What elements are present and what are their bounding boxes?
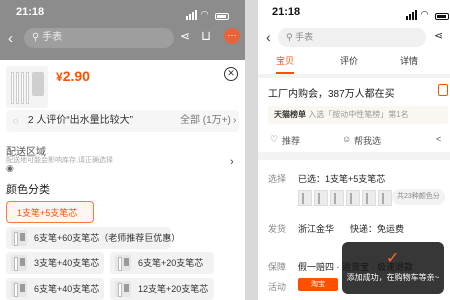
sku-option-selected[interactable]: 1支笔+5支笔芯 — [6, 201, 94, 223]
search-icon: ⚲ — [32, 32, 40, 43]
select-label: 选择 — [268, 174, 287, 184]
chevron-right-icon: › — [233, 115, 237, 126]
sku-thumbnail — [115, 255, 131, 271]
back-icon[interactable]: ‹ — [266, 29, 271, 45]
review-text: 2 人评价“出水量比较大” — [28, 115, 133, 126]
location-pin-icon[interactable]: ◉ — [6, 163, 14, 174]
variant-thumbnails[interactable] — [298, 190, 394, 208]
sku-thumbnail — [11, 230, 27, 246]
ranking-banner[interactable]: 天猫榜单 入选「按动中性笔榜」第1名 — [268, 106, 448, 124]
color-category-title: 颜色分类 — [6, 184, 50, 196]
thumbs-up-icon[interactable]: ♡ — [270, 134, 278, 145]
search-bar[interactable]: ⚲ 手表 — [278, 28, 426, 47]
tab-reviews[interactable]: 评价 — [340, 50, 358, 72]
sku-option[interactable]: 6支笔+40支笔芯 — [6, 278, 104, 300]
tab-item[interactable]: 宝贝 — [276, 50, 295, 74]
share-icon[interactable]: ⋖ — [180, 29, 190, 43]
sku-option[interactable]: 6支笔+20支笔芯 — [110, 252, 214, 274]
guarantee-label: 保障 — [268, 262, 287, 272]
product-price: ¥2.90 — [56, 68, 90, 86]
more-menu-icon[interactable]: ··· — [224, 28, 240, 44]
top-nav: ‹ ⚲ 手表 ⋖ ⊔ ··· — [0, 24, 245, 52]
share-icon[interactable]: ⋖ — [434, 29, 443, 42]
toast-message: 添加成功，在购物车等亲~ — [346, 273, 440, 282]
wifi-icon: ◠ — [421, 9, 428, 19]
cart-icon[interactable]: ⊔ — [201, 28, 211, 44]
search-bar[interactable]: ⚲ 手表 — [24, 28, 174, 48]
share-small-icon[interactable]: < — [436, 134, 441, 144]
signal-icon — [186, 8, 198, 20]
status-icons: ◠ — [186, 8, 230, 20]
ship-method: 快递：免运费 — [350, 224, 405, 234]
bookmark-icon[interactable] — [438, 84, 448, 96]
wifi-icon: ◠ — [201, 9, 208, 19]
help-choose-icon[interactable]: ☺ — [342, 134, 351, 144]
sku-option-label: 12支笔+20支笔芯 — [138, 284, 209, 294]
search-placeholder: 手表 — [42, 32, 63, 43]
status-time: 21:18 — [272, 6, 301, 18]
sku-option[interactable]: 12支笔+20支笔芯 — [110, 278, 214, 300]
comment-icon: ◌ — [13, 116, 19, 126]
sku-thumbnail — [11, 281, 27, 297]
product-title: 工厂内购会，387万人都在买 — [268, 89, 395, 100]
sku-thumbnail — [11, 255, 27, 271]
sku-sheet: ¥2.90 ✕ ◌ 2 人评价“出水量比较大” 全部 (1万+) › 配送区域 … — [0, 60, 245, 300]
top-nav: ‹ ⚲ 手表 ⋖ — [258, 24, 450, 50]
status-bar: 21:18 ◠ — [258, 0, 450, 24]
right-phone-screen: 21:18 ◠ ‹ ⚲ 手表 ⋖ 宝贝 评价 详情 工厂内购会，387万人都在买 — [258, 0, 450, 300]
product-info-card: 工厂内购会，387万人都在买 天猫榜单 入选「按动中性笔榜」第1名 ♡ 推荐 ☺… — [258, 78, 450, 152]
product-thumbnail[interactable] — [6, 66, 48, 108]
sku-option-label: 1支笔+5支笔芯 — [17, 208, 78, 218]
activity-label: 活动 — [268, 282, 287, 292]
rank-detail: 入选「按动中性笔榜」第1名 — [308, 110, 409, 119]
address-chevron-icon[interactable]: › — [230, 156, 234, 168]
search-icon: ⚲ — [286, 32, 293, 42]
review-all-count: 全部 (1万+) — [180, 115, 231, 126]
sku-option[interactable]: 6支笔+60支笔芯（老师推荐巨优惠） — [6, 227, 180, 249]
checkmark-icon: ✓ — [386, 250, 400, 267]
selected-variant[interactable]: 已选：1支笔+5支笔芯 — [298, 172, 385, 185]
product-actions: ♡ 推荐 ☺ 帮我选 < — [258, 130, 450, 148]
sku-option-label: 6支笔+60支笔芯（老师推荐巨优惠） — [34, 233, 181, 243]
ship-label: 发货 — [268, 224, 287, 234]
sku-thumbnail — [115, 281, 131, 297]
search-placeholder: 手表 — [295, 32, 314, 42]
price-currency: ¥ — [56, 70, 63, 84]
status-time: 21:18 — [16, 6, 45, 18]
variant-count-pill[interactable]: 共23种颜色分 — [392, 189, 445, 205]
rank-label: 天猫榜单 — [274, 110, 306, 119]
close-icon[interactable]: ✕ — [224, 67, 238, 81]
help-choose-button[interactable]: 帮我选 — [354, 134, 381, 147]
ship-from: 浙江金华 — [298, 224, 335, 234]
activity-tag[interactable]: 淘宝 — [298, 278, 338, 291]
left-phone-screen: 21:18 ◠ ‹ ⚲ 手表 ⋖ ⊔ ··· ¥2.90 ✕ ◌ 2 人评价“出… — [0, 0, 245, 300]
battery-icon — [215, 13, 230, 20]
sku-option-label: 6支笔+20支笔芯 — [138, 258, 204, 268]
review-summary[interactable]: ◌ 2 人评价“出水量比较大” 全部 (1万+) › — [6, 110, 239, 132]
sku-option-label: 6支笔+40支笔芯 — [34, 284, 100, 294]
detail-tabs: 宝贝 评价 详情 — [258, 50, 450, 74]
status-bar: 21:18 ◠ — [0, 6, 245, 20]
back-icon[interactable]: ‹ — [8, 30, 13, 47]
screenshot-stage: 21:18 ◠ ‹ ⚲ 手表 ⋖ ⊔ ··· ¥2.90 ✕ ◌ 2 人评价“出… — [0, 0, 450, 300]
status-icons: ◠ — [406, 8, 450, 20]
tab-details[interactable]: 详情 — [400, 50, 418, 72]
sku-option[interactable]: 3支笔+40支笔芯 — [6, 252, 104, 274]
add-to-cart-toast: ✓ 添加成功，在购物车等亲~ — [342, 242, 444, 294]
signal-icon — [406, 8, 418, 20]
price-value: 2.90 — [62, 68, 90, 84]
battery-icon — [435, 13, 450, 20]
address-hint: 配送地可能会影响库存,请正确选择 — [6, 157, 113, 164]
sku-option-label: 3支笔+40支笔芯 — [34, 258, 100, 268]
recommend-button[interactable]: 推荐 — [282, 134, 300, 147]
